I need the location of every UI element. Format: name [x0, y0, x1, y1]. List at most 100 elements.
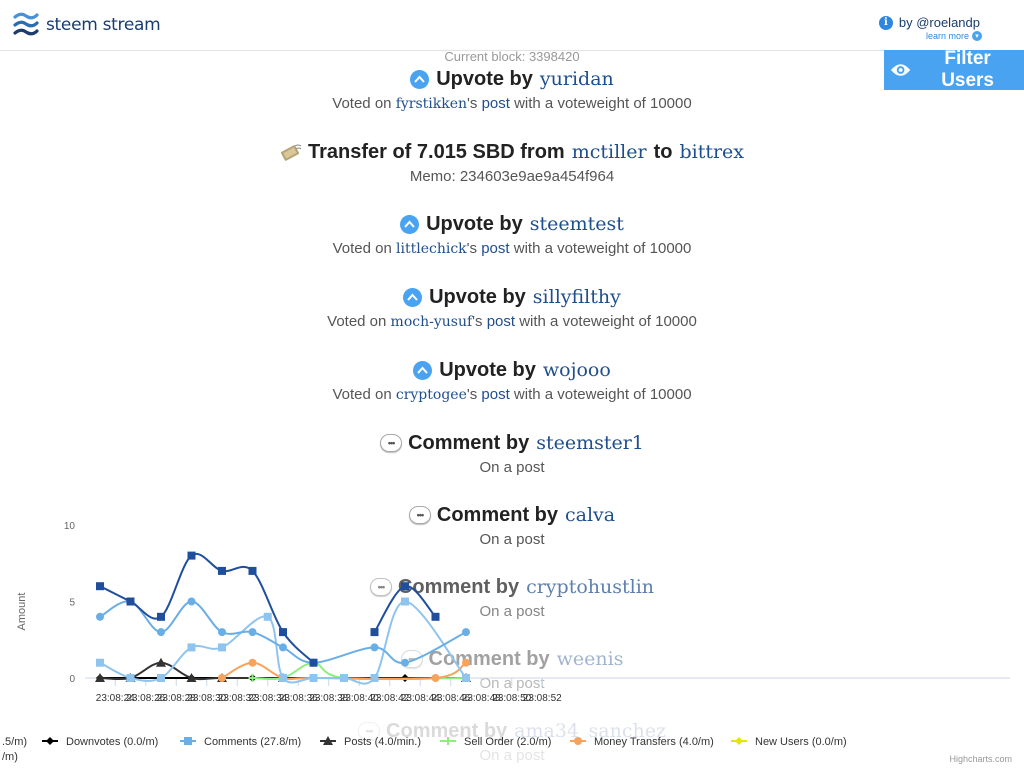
subtitle-text: Voted on	[332, 95, 396, 112]
subtitle-text: Voted on	[327, 313, 391, 330]
feed-item-upvote: Upvote by yuridan Voted on fyrstikken's …	[0, 65, 1024, 113]
legend-item-label: Sell Order (2.0/m)	[464, 736, 551, 748]
money-icon	[280, 144, 302, 161]
subtitle-text: with a voteweight of 10000	[515, 313, 697, 330]
eye-icon	[890, 64, 911, 76]
app-logo[interactable]: steem stream	[12, 10, 161, 40]
transfer-memo: Memo: 234603e9ae9a454f964	[409, 168, 615, 185]
legend-item-label: Downvotes (0.0/m)	[66, 736, 158, 748]
series-point-upvotes	[218, 566, 226, 575]
learn-more-link[interactable]: learn more ▾	[926, 31, 982, 41]
series-point-comments-pale-	[218, 643, 226, 652]
post-link[interactable]: post	[482, 95, 510, 112]
post-link[interactable]: post	[487, 313, 515, 330]
post-link[interactable]: post	[481, 386, 509, 403]
top-bar: steem stream i by @roelandp learn more ▾	[0, 0, 1024, 51]
feed-item-title: Upvote by	[439, 358, 536, 381]
series-point-money-transfers	[462, 658, 470, 667]
feed-item-title: Comment by	[408, 431, 530, 454]
series-point-comments-pale-	[309, 674, 318, 682]
filter-users-label: Filter Users	[941, 48, 995, 91]
feed-item-upvote: Upvote by sillyfilthy Voted on moch-yusu…	[0, 283, 1024, 331]
subtitle-text: 's	[472, 313, 487, 330]
series-point-comments	[218, 628, 226, 637]
user-link[interactable]: sillyfilthy	[533, 286, 621, 308]
feed-item-upvote: Upvote by wojooo Voted on cryptogee's po…	[0, 356, 1024, 404]
feed-item-title: Upvote by	[429, 285, 526, 308]
user-link[interactable]: bittrex	[679, 141, 744, 163]
series-point-upvotes	[187, 551, 196, 560]
series-point-comments	[96, 612, 104, 621]
author-link[interactable]: fyrstikken	[396, 96, 467, 112]
chevron-down-icon: ▾	[972, 31, 982, 41]
legend-item-label: .5/m)	[2, 736, 27, 748]
y-axis-label: Amount	[16, 593, 28, 631]
series-point-money-transfers	[431, 674, 440, 682]
app-name: steem stream	[46, 15, 161, 35]
series-point-comments	[370, 643, 379, 652]
series-point-upvotes	[96, 582, 104, 591]
series-point-comments-pale-	[462, 674, 470, 682]
user-link[interactable]: mctiller	[572, 141, 647, 163]
feed-item-subtitle: Voted on moch-yusuf's post with a votewe…	[0, 313, 1024, 330]
user-link[interactable]: steemster1	[536, 432, 644, 454]
subtitle-text: with a voteweight of 10000	[509, 240, 692, 257]
series-point-comments-pale-	[187, 643, 196, 652]
upvote-icon	[400, 214, 420, 234]
author-link[interactable]: littlechick	[396, 241, 467, 257]
user-link[interactable]: steemtest	[530, 213, 624, 235]
subtitle-text: 's	[466, 386, 482, 403]
legend-symbol	[46, 737, 54, 745]
byline-text: by @roelandp	[898, 15, 980, 30]
subtitle-text: with a voteweight of 10000	[509, 386, 692, 403]
series-point-comments-pale-	[126, 674, 135, 682]
series-point-upvotes	[157, 612, 165, 621]
subtitle-text: 's	[466, 240, 482, 257]
series-point-upvotes	[431, 612, 440, 621]
legend-symbol	[184, 737, 192, 745]
subtitle-text: 's	[467, 95, 482, 112]
feed-item-subtitle: On a post	[479, 459, 545, 476]
legend-symbol	[574, 737, 582, 745]
legend-item-label: /m)	[2, 751, 18, 763]
post-link[interactable]: post	[481, 240, 509, 257]
subtitle-text: Voted on	[332, 386, 396, 403]
y-tick-label: 5	[69, 598, 75, 609]
series-line-upvotes	[373, 585, 437, 633]
user-link[interactable]: yuridan	[540, 68, 614, 90]
legend-item-label: Money Transfers (4.0/m)	[594, 736, 714, 748]
series-point-upvotes	[248, 566, 257, 575]
upvote-icon	[403, 287, 423, 307]
series-point-comments-pale-	[96, 658, 104, 667]
user-link[interactable]: wojooo	[543, 359, 611, 381]
series-point-upvotes	[309, 658, 318, 667]
filter-users-button[interactable]: Filter Users	[884, 48, 1024, 91]
chart-credits: Highcharts.com	[949, 754, 1012, 764]
transfer-to-text: to	[653, 140, 673, 163]
feed-item-title: Upvote by	[436, 67, 533, 90]
x-tick-label: 23:08:52	[523, 693, 562, 704]
series-point-comments-pale-	[340, 674, 348, 682]
y-tick-label: 10	[64, 521, 76, 532]
current-block: Current block: 3398420	[444, 49, 580, 64]
series-point-comments	[248, 628, 257, 637]
upvote-icon	[410, 69, 430, 89]
series-point-comments	[187, 597, 196, 606]
series-point-comments-pale-	[263, 612, 272, 621]
subtitle-text: with a voteweight of 10000	[509, 95, 692, 112]
series-point-comments	[279, 643, 287, 652]
feed-item-title: Transfer of 7.015 SBD from	[307, 140, 565, 163]
author-link[interactable]: cryptogee	[396, 387, 467, 403]
steem-logo-icon	[13, 12, 39, 36]
series-point-upvotes	[126, 597, 135, 606]
feed-item-comment: ••• Comment by steemster1 On a post	[0, 429, 1024, 476]
series-point-money-transfers	[218, 674, 226, 682]
series-point-comments-pale-	[157, 674, 165, 682]
feed-item-transfer: Transfer of 7.015 SBD from mctiller to b…	[0, 138, 1024, 185]
byline[interactable]: i by @roelandp	[878, 15, 980, 30]
legend-symbol	[735, 737, 743, 745]
series-line-comments-pale-	[99, 600, 467, 685]
feed-item-upvote: Upvote by steemtest Voted on littlechick…	[0, 210, 1024, 258]
author-link[interactable]: moch-yusuf	[391, 314, 473, 330]
learn-more-text: learn more	[925, 31, 969, 41]
